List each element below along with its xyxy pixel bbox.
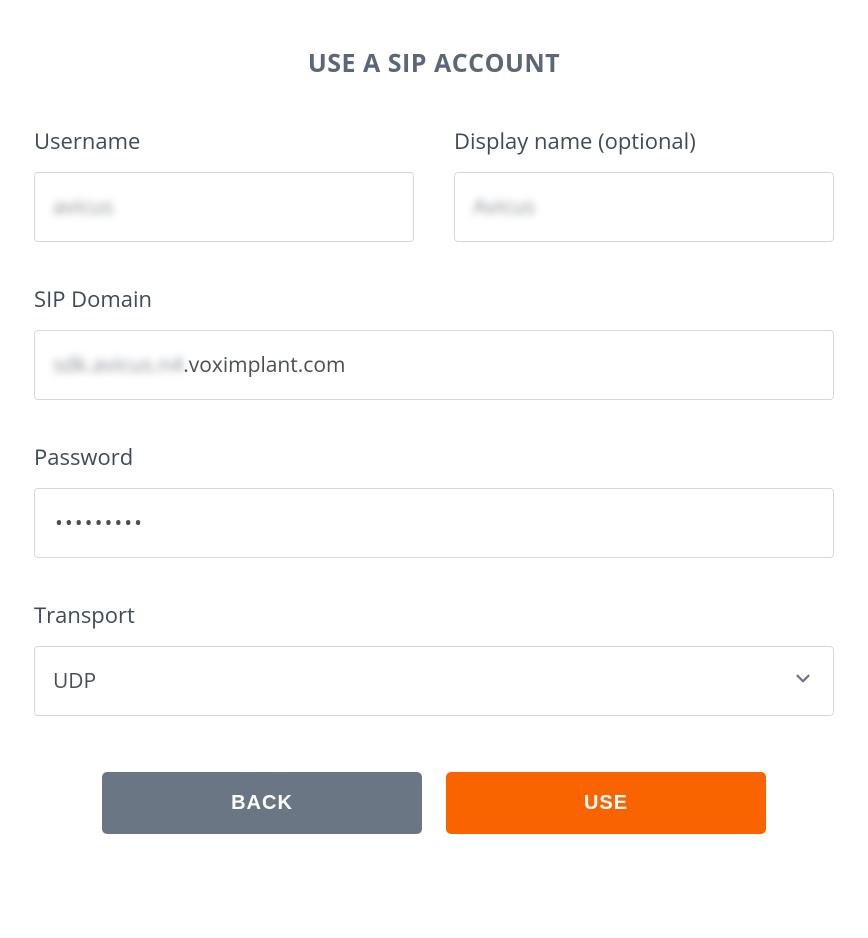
display-name-label: Display name (optional) bbox=[454, 126, 834, 156]
sip-domain-label: SIP Domain bbox=[34, 284, 834, 314]
username-input[interactable]: avicus bbox=[34, 172, 414, 242]
username-label: Username bbox=[34, 126, 414, 156]
sip-domain-prefix-obscured: sdk.avicus.n4 bbox=[53, 351, 183, 379]
username-field-group: Username avicus bbox=[34, 126, 414, 242]
transport-field-group: Transport UDP bbox=[34, 600, 834, 716]
sip-domain-suffix: .voximplant.com bbox=[183, 351, 345, 379]
transport-select[interactable]: UDP bbox=[34, 646, 834, 716]
display-name-input[interactable]: Avicus bbox=[454, 172, 834, 242]
display-name-field-group: Display name (optional) Avicus bbox=[454, 126, 834, 242]
sip-domain-field-group: SIP Domain sdk.avicus.n4 .voximplant.com bbox=[34, 284, 834, 400]
password-label: Password bbox=[34, 442, 834, 472]
display-name-value-obscured: Avicus bbox=[473, 193, 535, 221]
transport-value: UDP bbox=[53, 667, 96, 695]
transport-label: Transport bbox=[34, 600, 834, 630]
password-field-group: Password bbox=[34, 442, 834, 558]
sip-domain-input[interactable]: sdk.avicus.n4 .voximplant.com bbox=[34, 330, 834, 400]
use-button[interactable]: USE bbox=[446, 772, 766, 834]
username-value-obscured: avicus bbox=[53, 193, 113, 221]
password-input[interactable] bbox=[34, 488, 834, 558]
password-value[interactable] bbox=[53, 508, 815, 538]
page-title: USE A SIP ACCOUNT bbox=[34, 46, 834, 80]
back-button[interactable]: BACK bbox=[102, 772, 422, 834]
